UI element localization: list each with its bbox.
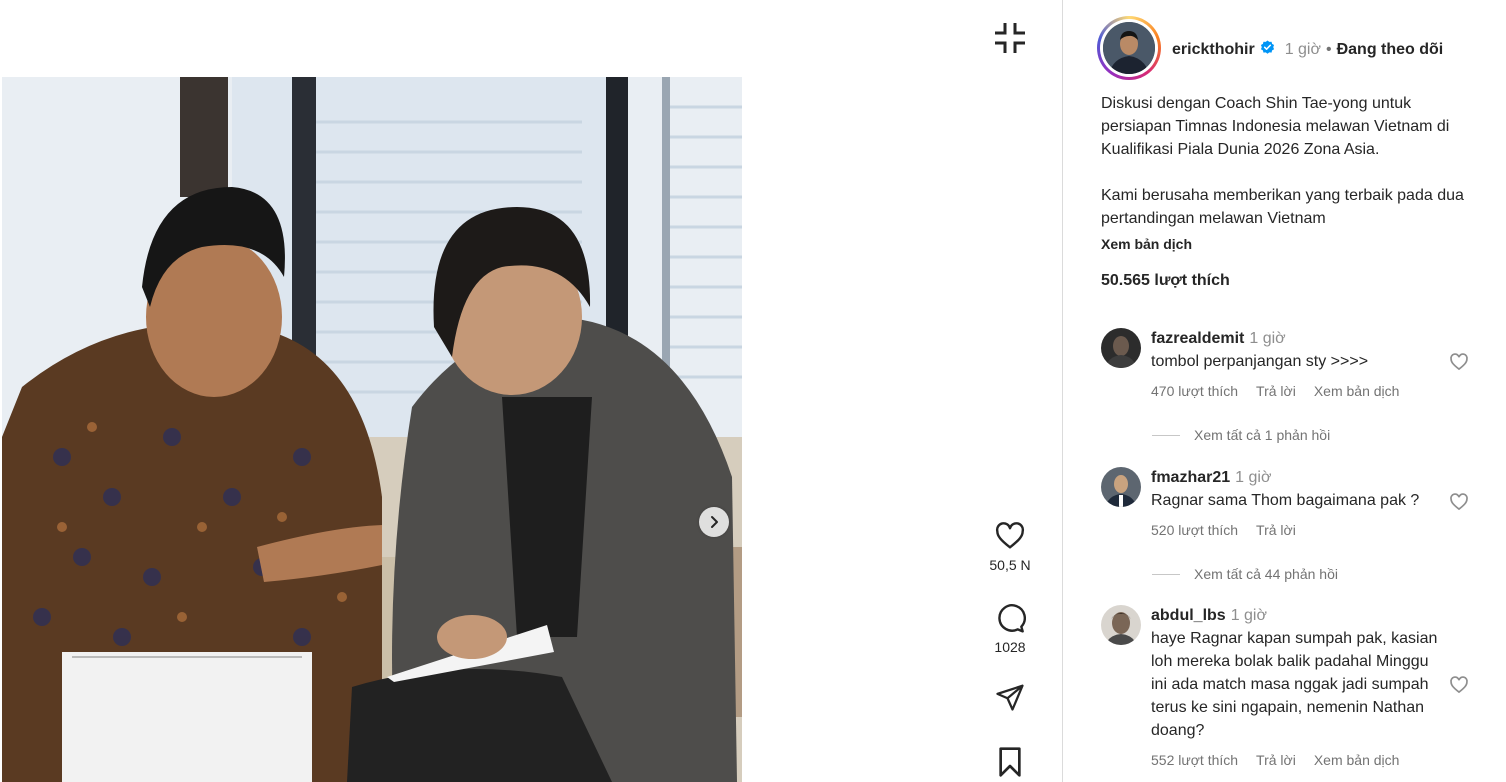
verified-badge-icon bbox=[1260, 40, 1275, 60]
heart-icon[interactable] bbox=[1449, 675, 1469, 695]
reply-button[interactable]: Trả lời bbox=[1256, 522, 1296, 538]
like-action[interactable]: 50,5 N bbox=[980, 520, 1040, 573]
view-replies-label[interactable]: Xem tất cả 44 phản hồi bbox=[1194, 566, 1338, 582]
view-replies-button[interactable]: Xem tất cả 44 phản hồi bbox=[1152, 566, 1338, 582]
like-count: 50,5 N bbox=[989, 557, 1031, 573]
author-avatar[interactable] bbox=[1097, 16, 1161, 80]
view-replies-label[interactable]: Xem tất cả 1 phản hồi bbox=[1194, 427, 1330, 443]
comment-time: 1 giờ bbox=[1235, 469, 1272, 486]
post-header: erickthohir 1 giờ • Đang theo dõi bbox=[1172, 40, 1443, 60]
replies-line bbox=[1152, 434, 1180, 436]
caption-paragraph-1: Diskusi dengan Coach Shin Tae-yong untuk… bbox=[1101, 95, 1450, 158]
see-translation-link[interactable]: Xem bản dịch bbox=[1101, 236, 1192, 252]
caption-paragraph-2: Kami berusaha memberikan yang terbaik pa… bbox=[1101, 187, 1464, 227]
commenter-avatar[interactable] bbox=[1101, 328, 1141, 368]
comment-translate-link[interactable]: Xem bản dịch bbox=[1314, 383, 1400, 399]
following-button[interactable]: Đang theo dõi bbox=[1337, 41, 1444, 59]
panel-divider bbox=[1062, 0, 1063, 782]
heart-icon[interactable] bbox=[1449, 492, 1469, 512]
share-icon[interactable] bbox=[995, 682, 1025, 712]
comment-icon[interactable] bbox=[994, 602, 1026, 634]
reply-button[interactable]: Trả lời bbox=[1256, 752, 1296, 768]
comment-time: 1 giờ bbox=[1230, 607, 1267, 624]
heart-icon[interactable] bbox=[994, 520, 1026, 552]
bookmark-icon[interactable] bbox=[996, 746, 1024, 778]
author-username[interactable]: erickthohir bbox=[1172, 41, 1255, 59]
comment-text: Ragnar sama Thom bagaimana pak ? bbox=[1151, 492, 1420, 509]
save-action[interactable] bbox=[980, 746, 1040, 778]
likes-total[interactable]: 50.565 lượt thích bbox=[1101, 272, 1230, 290]
comment-likes[interactable]: 520 lượt thích bbox=[1151, 522, 1238, 538]
comment-username[interactable]: fazrealdemit bbox=[1151, 330, 1244, 347]
comment-text: tombol perpanjangan sty >>>> bbox=[1151, 353, 1369, 370]
post-photo[interactable] bbox=[2, 77, 742, 782]
comment-translate-link[interactable]: Xem bản dịch bbox=[1314, 752, 1400, 768]
separator-dot: • bbox=[1325, 41, 1332, 58]
post-caption: Diskusi dengan Coach Shin Tae-yong untuk… bbox=[1101, 92, 1476, 230]
comment-likes[interactable]: 470 lượt thích bbox=[1151, 383, 1238, 399]
commenter-avatar[interactable] bbox=[1101, 467, 1141, 507]
comment-username[interactable]: abdul_lbs bbox=[1151, 607, 1226, 624]
comment-username[interactable]: fmazhar21 bbox=[1151, 469, 1230, 486]
comment-time: 1 giờ bbox=[1249, 330, 1286, 347]
chevron-right-icon bbox=[711, 516, 718, 528]
comment-action[interactable]: 1028 bbox=[980, 602, 1040, 655]
share-action[interactable] bbox=[980, 682, 1040, 712]
next-photo-button[interactable] bbox=[699, 507, 729, 537]
post-time: 1 giờ bbox=[1284, 41, 1321, 58]
photo-scene bbox=[2, 77, 742, 782]
view-replies-button[interactable]: Xem tất cả 1 phản hồi bbox=[1152, 427, 1330, 443]
comment-text: haye Ragnar kapan sumpah pak, kasian loh… bbox=[1151, 630, 1438, 739]
commenter-avatar[interactable] bbox=[1101, 605, 1141, 645]
reply-button[interactable]: Trả lời bbox=[1256, 383, 1296, 399]
avatar-image bbox=[1103, 22, 1155, 74]
replies-line bbox=[1152, 573, 1180, 575]
collapse-icon bbox=[995, 23, 1025, 53]
collapse-button[interactable] bbox=[992, 20, 1028, 56]
heart-icon[interactable] bbox=[1449, 352, 1469, 372]
comment-likes[interactable]: 552 lượt thích bbox=[1151, 752, 1238, 768]
comment-count: 1028 bbox=[994, 639, 1026, 655]
